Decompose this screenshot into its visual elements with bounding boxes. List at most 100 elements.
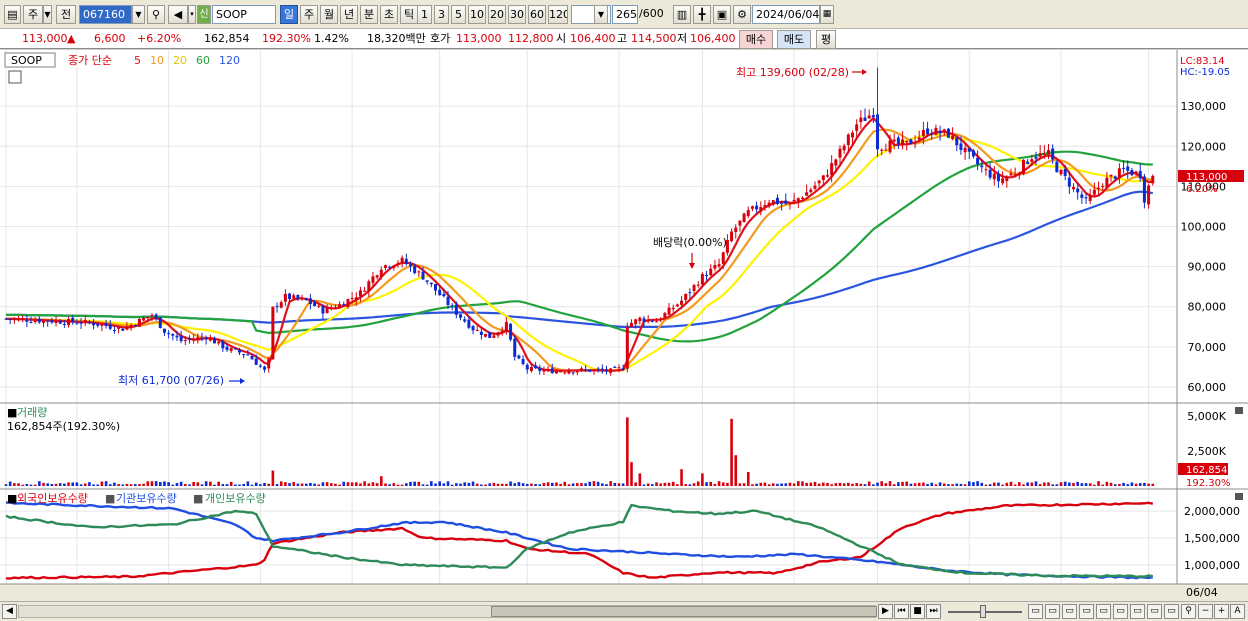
- ma20-line: [5, 133, 1154, 372]
- save-icon[interactable]: ▣: [713, 5, 731, 24]
- interval-button-10[interactable]: 10: [468, 5, 486, 24]
- tool-icon-9[interactable]: ▭: [1164, 604, 1179, 619]
- chart-type-icon[interactable]: ▥: [673, 5, 691, 24]
- volume-close-icon[interactable]: [1235, 407, 1243, 414]
- interval-button-1[interactable]: 1: [417, 5, 432, 24]
- buy-button[interactable]: 매수: [739, 30, 773, 49]
- period-unit-button[interactable]: 주: [23, 5, 43, 24]
- gear-icon[interactable]: ⚙: [733, 5, 751, 24]
- candle-body: [1084, 197, 1088, 199]
- interval-button-20[interactable]: 20: [488, 5, 506, 24]
- font-size-icon[interactable]: A: [1230, 604, 1245, 619]
- search-icon[interactable]: ⚲: [147, 5, 165, 24]
- interval-button-3[interactable]: 3: [434, 5, 449, 24]
- zoom-out-icon[interactable]: −: [1198, 604, 1213, 619]
- candle-body: [1101, 186, 1105, 188]
- last-price-tag-text: 113,000: [1186, 172, 1227, 183]
- speaker-menu-icon[interactable]: ▾: [188, 5, 196, 24]
- panel-marker-icon: ■: [7, 406, 17, 419]
- volume-bar: [67, 482, 70, 486]
- calendar-icon[interactable]: ▦: [820, 5, 834, 24]
- volume-bar: [1026, 482, 1029, 486]
- speaker-icon[interactable]: ◀: [168, 5, 188, 24]
- interval-button-30[interactable]: 30: [508, 5, 526, 24]
- volume-bar: [58, 483, 62, 486]
- period-button-월[interactable]: 월: [320, 5, 338, 24]
- candle-body: [25, 320, 29, 322]
- interval-dropdown-icon[interactable]: ▼: [594, 5, 608, 24]
- scroll-thumb[interactable]: [491, 606, 877, 617]
- candle-body: [1134, 171, 1138, 174]
- count-total: /600: [639, 7, 664, 20]
- period-button-주[interactable]: 주: [300, 5, 318, 24]
- volume-bar: [1080, 483, 1084, 486]
- candle-body: [659, 319, 663, 321]
- candle-body: [329, 307, 333, 309]
- volume-bar: [1138, 483, 1142, 486]
- interval-button-120[interactable]: 120: [548, 5, 568, 24]
- candle-body: [896, 137, 900, 144]
- candle-body: [238, 349, 242, 353]
- scroll-track[interactable]: [18, 605, 877, 618]
- candle-body: [688, 292, 692, 294]
- candle-body: [663, 313, 667, 318]
- count-input[interactable]: 265: [612, 5, 638, 24]
- candle-body: [500, 330, 504, 333]
- interval-button-5[interactable]: 5: [451, 5, 466, 24]
- window-icon[interactable]: ▤: [4, 5, 21, 24]
- panel-menu-icon[interactable]: [8, 70, 22, 84]
- chart-area[interactable]: 60,000 70,000 80,000 90,000 100,000 110,000 12…: [0, 50, 1248, 601]
- candle-body: [83, 319, 87, 323]
- date-input[interactable]: 2024/06/04: [752, 5, 820, 24]
- tool-icon-3[interactable]: ▭: [1062, 604, 1077, 619]
- volume-bar: [801, 481, 804, 486]
- period-button-년[interactable]: 년: [340, 5, 358, 24]
- eval-button[interactable]: 평: [816, 30, 836, 49]
- candle-body: [162, 328, 166, 333]
- tool-icon-4[interactable]: ▭: [1079, 604, 1094, 619]
- scroll-right-icon[interactable]: ▶: [878, 604, 893, 619]
- chart-canvas[interactable]: 60,00070,00080,00090,000100,000110,00012…: [0, 50, 1248, 601]
- volume-bar: [129, 484, 133, 486]
- volume-bar: [33, 484, 37, 486]
- code-dropdown-icon[interactable]: ▼: [132, 5, 145, 24]
- zoom-in-icon[interactable]: +: [1214, 604, 1229, 619]
- stop-icon[interactable]: ■: [910, 604, 925, 619]
- period-button-일[interactable]: 일: [280, 5, 298, 24]
- holdings-close-icon[interactable]: [1235, 493, 1243, 500]
- stock-code-input[interactable]: 067160: [79, 5, 132, 24]
- volume-bar: [601, 483, 604, 486]
- prev-button[interactable]: 전: [56, 5, 76, 24]
- tool-icon-5[interactable]: ▭: [1096, 604, 1111, 619]
- tool-icon-1[interactable]: ▭: [1028, 604, 1043, 619]
- sell-button[interactable]: 매도: [777, 30, 811, 49]
- scroll-left-icon[interactable]: ◀: [2, 604, 17, 619]
- volume-bar: [726, 483, 729, 486]
- interval-button-60[interactable]: 60: [528, 5, 546, 24]
- candle-body: [50, 320, 54, 323]
- volume-bar: [567, 484, 571, 486]
- candle-body: [1122, 167, 1126, 169]
- last-pct-tag: 6.20%: [1186, 184, 1218, 195]
- zoom-slider-handle[interactable]: [980, 605, 986, 618]
- tool-icon-7[interactable]: ▭: [1130, 604, 1145, 619]
- tool-icon-2[interactable]: ▭: [1045, 604, 1060, 619]
- candle-body: [1042, 153, 1046, 155]
- zoom-search-icon[interactable]: ⚲: [1181, 604, 1196, 619]
- volume-bar: [29, 484, 33, 486]
- zoom-last-icon[interactable]: ⏭: [926, 604, 941, 619]
- period-button-분[interactable]: 분: [360, 5, 378, 24]
- holdings-tick-label: 1,500,000: [1184, 532, 1240, 545]
- tool-icon-8[interactable]: ▭: [1147, 604, 1162, 619]
- zoom-first-icon[interactable]: ⏮: [894, 604, 909, 619]
- chevron-down-icon[interactable]: ▼: [43, 5, 52, 24]
- stock-name-field[interactable]: SOOP: [212, 5, 276, 24]
- tool-icon-6[interactable]: ▭: [1113, 604, 1128, 619]
- candle-body: [684, 293, 688, 300]
- period-button-초[interactable]: 초: [380, 5, 398, 24]
- period-button-틱[interactable]: 틱: [400, 5, 418, 24]
- candle-body: [413, 266, 417, 274]
- volume-bar: [204, 481, 208, 486]
- candle-body: [959, 143, 963, 150]
- cross-line-icon[interactable]: ╋: [693, 5, 711, 24]
